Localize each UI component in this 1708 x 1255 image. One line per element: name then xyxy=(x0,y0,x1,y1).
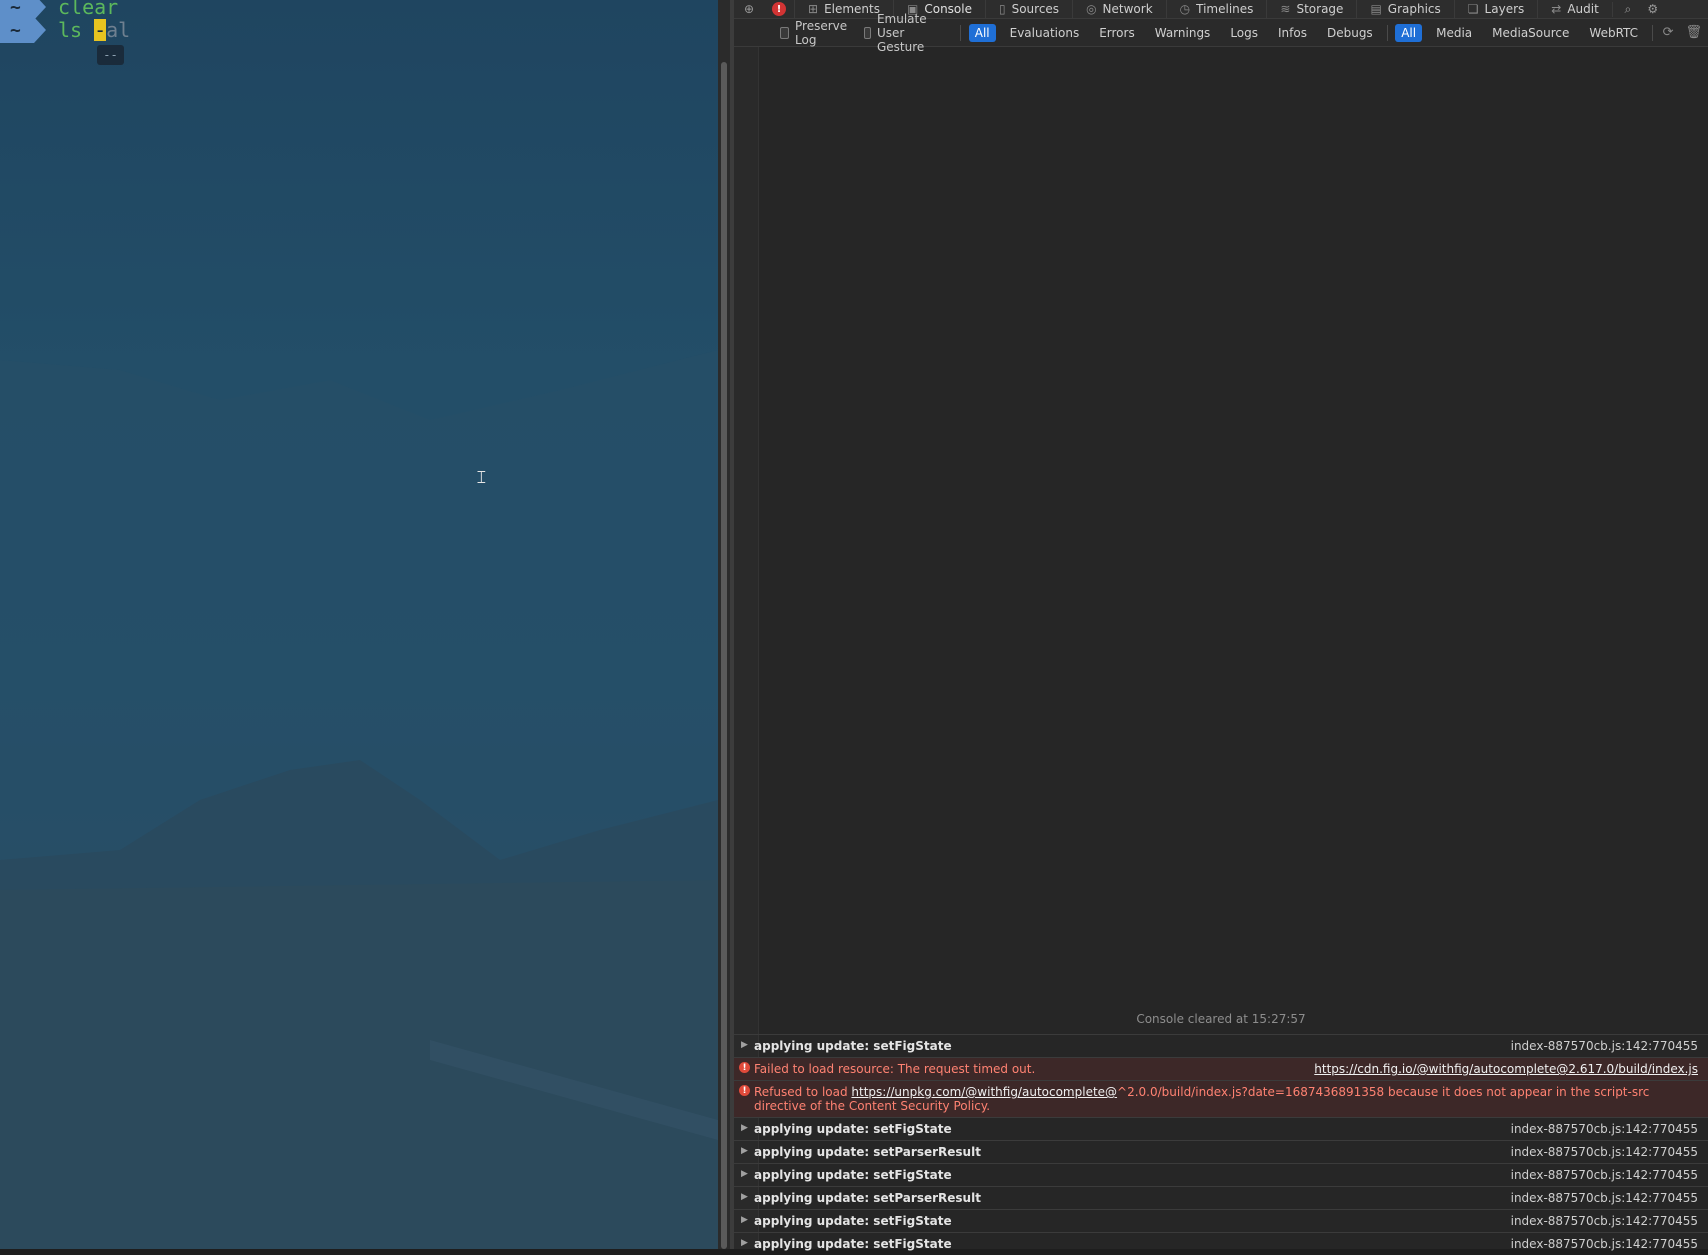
filter-evaluations[interactable]: Evaluations xyxy=(1004,24,1086,42)
tab-graphics[interactable]: ▤ Graphics xyxy=(1356,0,1453,18)
search-icon[interactable]: ⌕ xyxy=(1611,1,1643,17)
filter-webrtc[interactable]: WebRTC xyxy=(1583,24,1644,42)
autocomplete-popup[interactable]: -- xyxy=(97,45,124,65)
console-error-entry[interactable]: ! Failed to load resource: The request ti… xyxy=(734,1057,1708,1080)
storage-icon: ≋ xyxy=(1280,2,1291,16)
divider xyxy=(960,24,961,41)
tab-network[interactable]: ◎ Network xyxy=(1072,0,1166,18)
terminal-background xyxy=(0,350,718,1249)
filter-warnings[interactable]: Warnings xyxy=(1149,24,1217,42)
tab-storage[interactable]: ≋ Storage xyxy=(1266,0,1356,18)
timelines-icon: ◷ xyxy=(1179,2,1191,16)
disclosure-triangle-icon[interactable]: ▶ xyxy=(741,1192,748,1202)
disclosure-triangle-icon[interactable]: ▶ xyxy=(741,1169,748,1179)
tab-sources[interactable]: ▯ Sources xyxy=(984,0,1072,18)
filter-all-levels[interactable]: All xyxy=(968,23,996,42)
console-entry[interactable]: ▶ applying update: setFigState index-88757… xyxy=(734,1163,1708,1186)
tab-audit[interactable]: ⇄ Audit xyxy=(1537,0,1612,18)
error-url-link[interactable]: https://unpkg.com/@withfig/autocomplete@ xyxy=(851,1085,1117,1099)
console-entry[interactable]: ▶ applying update: setFigState index-88757… xyxy=(734,1232,1708,1255)
text-cursor: - xyxy=(94,18,107,42)
checkbox-box[interactable] xyxy=(779,26,789,39)
audit-icon: ⇄ xyxy=(1551,2,1562,16)
console-filter-bar: Preserve Log Emulate User Gesture All Ev… xyxy=(734,12,1708,54)
filter-all-sources[interactable]: All xyxy=(1395,23,1423,42)
graphics-icon: ▤ xyxy=(1370,2,1382,16)
console-entry[interactable]: ▶ applying update: setParserResult index-8… xyxy=(734,1140,1708,1163)
error-badge-icon[interactable]: ! xyxy=(772,2,786,16)
emulate-gesture-checkbox[interactable]: Emulate User Gesture xyxy=(864,12,942,54)
source-link[interactable]: index-887570cb.js:142:770455 xyxy=(1511,1168,1698,1182)
console-entry[interactable]: ▶ applying update: setFigState index-88757… xyxy=(734,1034,1708,1057)
disclosure-triangle-icon[interactable]: ▶ xyxy=(741,1215,748,1225)
disclosure-triangle-icon[interactable]: ▶ xyxy=(741,1146,748,1156)
sources-icon: ▯ xyxy=(998,2,1006,16)
divider xyxy=(1652,24,1653,41)
console-entry[interactable]: ▶ applying update: setParserResult index-8… xyxy=(734,1186,1708,1209)
devtools-panel: ⊕ ! ⊞ Elements ▣ Console ▯ Sources ◎ Network… xyxy=(734,0,1708,1251)
filter-media[interactable]: Media xyxy=(1430,24,1478,42)
filter-debugs[interactable]: Debugs xyxy=(1321,24,1379,42)
reload-icon[interactable]: ⟳ xyxy=(1663,25,1674,40)
console-cleared-message: Console cleared at 15:27:57 xyxy=(1136,1012,1306,1026)
trash-icon[interactable]: 🗑 xyxy=(1685,25,1702,40)
checkbox-box[interactable] xyxy=(864,26,871,39)
filter-logs[interactable]: Logs xyxy=(1224,24,1264,42)
divider xyxy=(1386,24,1388,41)
disclosure-triangle-icon[interactable]: ▶ xyxy=(741,1238,748,1248)
error-icon: ! xyxy=(739,1085,750,1096)
console-entry[interactable]: ▶ applying update: setFigState index-88757… xyxy=(734,1117,1708,1140)
source-link[interactable]: index-887570cb.js:142:770455 xyxy=(1511,1122,1698,1136)
tab-layers[interactable]: ❏ Layers xyxy=(1453,0,1537,18)
scrollbar-thumb[interactable] xyxy=(721,62,727,1249)
terminal-pane[interactable]: ~ clear ~ ls - al -- 𝙸 xyxy=(0,0,718,1249)
filter-errors[interactable]: Errors xyxy=(1093,24,1141,42)
ibeam-cursor-icon: 𝙸 xyxy=(475,467,488,488)
layers-icon: ❏ xyxy=(1467,2,1479,16)
command-text: ls xyxy=(58,18,95,42)
tab-timelines[interactable]: ◷ Timelines xyxy=(1165,0,1267,18)
filter-mediasource[interactable]: MediaSource xyxy=(1486,24,1575,42)
source-link[interactable]: index-887570cb.js:142:770455 xyxy=(1511,1214,1698,1228)
disclosure-triangle-icon[interactable]: ▶ xyxy=(741,1040,748,1050)
error-icon: ! xyxy=(739,1062,750,1073)
console-entry[interactable]: ▶ applying update: setFigState index-88757… xyxy=(734,1209,1708,1232)
network-icon: ◎ xyxy=(1086,2,1097,16)
console-log: ▶ applying update: setFigState index-88757… xyxy=(734,1034,1708,1255)
source-link[interactable]: index-887570cb.js:142:770455 xyxy=(1511,1191,1698,1205)
ghost-suggestion: al xyxy=(106,18,131,42)
prompt-segment: ~ xyxy=(0,17,46,43)
disclosure-triangle-icon[interactable]: ▶ xyxy=(741,1123,748,1133)
elements-icon: ⊞ xyxy=(808,2,819,16)
gear-icon[interactable]: ⚙ xyxy=(1643,2,1663,16)
filter-infos[interactable]: Infos xyxy=(1272,24,1313,42)
terminal-scrollbar[interactable] xyxy=(718,0,730,1249)
console-error-entry[interactable]: ! Refused to load https://unpkg.com/@with… xyxy=(734,1080,1708,1117)
terminal-line: ~ ls - al xyxy=(0,17,130,43)
preserve-log-checkbox[interactable]: Preserve Log xyxy=(779,19,850,47)
source-link[interactable]: index-887570cb.js:142:770455 xyxy=(1511,1039,1698,1053)
source-link[interactable]: index-887570cb.js:142:770455 xyxy=(1511,1145,1698,1159)
source-link[interactable]: https://cdn.fig.io/@withfig/autocomplete… xyxy=(1314,1062,1698,1076)
inspect-target-icon[interactable]: ⊕ xyxy=(734,2,764,16)
